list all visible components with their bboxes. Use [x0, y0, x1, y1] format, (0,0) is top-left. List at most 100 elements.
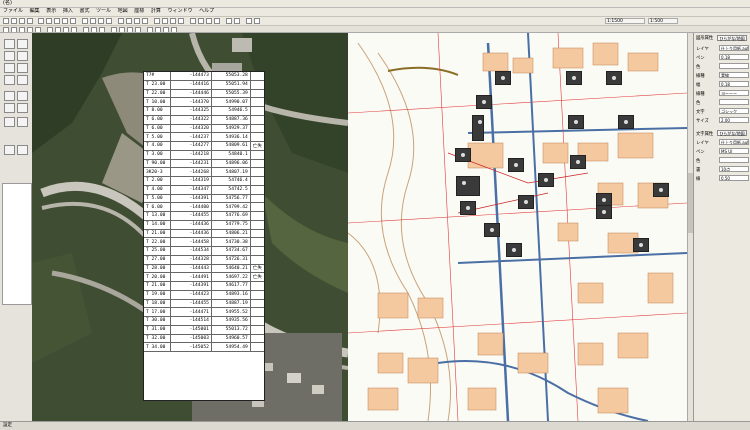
rotate-tool-icon[interactable]	[17, 103, 28, 113]
photo-marker[interactable]	[618, 115, 634, 129]
table-row[interactable]: T 19.00 -144423 54893.16	[144, 290, 264, 300]
property-field[interactable]: 0.50	[719, 175, 749, 181]
photo-marker[interactable]	[606, 71, 622, 85]
map-canvas[interactable]: T7# -144473 55053.28 T 23.00 -144416 55051.94…	[32, 33, 687, 421]
measure-tool-icon[interactable]	[4, 75, 15, 85]
point-icon[interactable]	[190, 18, 196, 24]
line-icon[interactable]	[162, 18, 168, 24]
property-field[interactable]: 実線	[719, 72, 749, 78]
table-row[interactable]: T 23.00 -144416 55051.94	[144, 80, 264, 90]
photo-marker[interactable]	[596, 205, 612, 219]
pan-tool-icon[interactable]	[17, 91, 28, 101]
table-row[interactable]: T 21.00 -144391 54617.77	[144, 281, 264, 291]
print-icon[interactable]	[27, 18, 33, 24]
photo-marker[interactable]	[570, 155, 586, 169]
photo-marker[interactable]	[472, 115, 484, 141]
zoom-in-icon[interactable]	[82, 18, 88, 24]
map-tool-icon[interactable]	[17, 117, 28, 127]
table-row[interactable]: T 34.00 -145052 54954.49	[144, 342, 264, 352]
table-row[interactable]: T 13.00 -144455 54776.69	[144, 211, 264, 221]
table-row[interactable]: T 22.00 -144458 54730.38	[144, 237, 264, 247]
curve-tool-icon[interactable]	[17, 39, 28, 49]
scale-field[interactable]: 1:1500	[605, 18, 645, 24]
table-row[interactable]: T 6.00 -144320 54929.37	[144, 124, 264, 134]
property-field[interactable]: 0.18	[719, 81, 749, 87]
photo-marker[interactable]	[633, 238, 649, 252]
table-row[interactable]: T 3.00 -144218 54840.1	[144, 150, 264, 160]
table-row[interactable]: T 6.00 -144322 54887.36	[144, 115, 264, 125]
layer-icon[interactable]	[118, 18, 124, 24]
move-icon[interactable]	[206, 18, 212, 24]
rotate-icon[interactable]	[214, 18, 220, 24]
refresh-icon[interactable]	[246, 18, 252, 24]
redo-icon[interactable]	[70, 18, 76, 24]
photo-marker[interactable]	[456, 176, 480, 196]
table-row[interactable]: T 6.00 -144400 54799.42	[144, 202, 264, 212]
grid-tool-icon[interactable]	[17, 145, 28, 155]
pan-icon[interactable]	[98, 18, 104, 24]
table-row[interactable]: T 5.00 -144391 54756.77	[144, 194, 264, 204]
table-row[interactable]: T 2.00 -144319 54746.4	[144, 176, 264, 186]
copy-icon[interactable]	[46, 18, 52, 24]
menu-item-help[interactable]: ヘルプ	[199, 8, 214, 14]
menu-item-map[interactable]: 地図	[118, 8, 128, 14]
area-tool-icon[interactable]	[17, 63, 28, 73]
table-row[interactable]: T 4.00 -144277 54809.61 亡失	[144, 141, 264, 151]
menu-item-file[interactable]: ファイル	[3, 8, 23, 14]
chart-tool-icon[interactable]	[4, 51, 15, 61]
property-field[interactable]: 仕上り用紙.autoe	[719, 139, 749, 145]
photo-marker[interactable]	[566, 71, 582, 85]
fit-icon[interactable]	[106, 18, 112, 24]
property-field[interactable]	[719, 157, 749, 163]
table-row[interactable]: T 30.00 -144514 54935.56	[144, 316, 264, 326]
table-row[interactable]: T 21.00 -144436 54806.21	[144, 229, 264, 239]
select-icon[interactable]	[198, 18, 204, 24]
property-field[interactable]	[719, 99, 749, 105]
table-row[interactable]: T 10.00 -144370 54990.07	[144, 97, 264, 107]
properties-icon[interactable]	[234, 18, 240, 24]
edit-tool-icon[interactable]	[4, 145, 15, 155]
photo-marker[interactable]	[484, 223, 500, 237]
select-tool-icon[interactable]	[4, 91, 15, 101]
table-row[interactable]: T 8.00 -144325 54946.5	[144, 106, 264, 116]
table-row[interactable]: T 31.00 -145001 55013.72	[144, 325, 264, 335]
delete-icon[interactable]	[226, 18, 232, 24]
photo-icon[interactable]	[154, 18, 160, 24]
point-tool-icon[interactable]	[4, 63, 15, 73]
property-field[interactable]	[719, 63, 749, 69]
photo-marker[interactable]	[538, 173, 554, 187]
hiragana-map-button[interactable]: ひらがな/地図	[717, 35, 747, 41]
photo-marker[interactable]	[476, 95, 492, 109]
photo-marker[interactable]	[518, 195, 534, 209]
table-row[interactable]: T 5.00 -144237 54936.14	[144, 132, 264, 142]
table-row[interactable]: T 32.00 -145003 54960.57	[144, 334, 264, 344]
property-field[interactable]: MS UI	[719, 148, 749, 154]
table-row[interactable]: T 17.00 -144471 54955.52	[144, 307, 264, 317]
photo-marker[interactable]	[506, 243, 522, 257]
settings-icon[interactable]	[254, 18, 260, 24]
property-field[interactable]: 2.00	[719, 117, 749, 123]
photo-marker[interactable]	[455, 148, 471, 162]
zoom-out-icon[interactable]	[90, 18, 96, 24]
menu-item-coord[interactable]: 座標	[134, 8, 144, 14]
table-row[interactable]: T 18.00 -144455 54887.19	[144, 299, 264, 309]
polygon-icon[interactable]	[170, 18, 176, 24]
text-tool-icon[interactable]	[17, 51, 28, 61]
zoom-tool-icon[interactable]	[4, 103, 15, 113]
table-row[interactable]: T7# -144473 55053.28	[144, 72, 264, 81]
menu-item-window[interactable]: ウィンドウ	[167, 8, 192, 14]
table-row[interactable]: T 20.00 -144491 54697.22 亡失	[144, 272, 264, 282]
menu-item-edit[interactable]: 編集	[30, 8, 40, 14]
menu-item-calc[interactable]: 計算	[151, 8, 161, 14]
cut-icon[interactable]	[38, 18, 44, 24]
table-row[interactable]: T 28.00 -144443 54640.21 亡失	[144, 264, 264, 274]
photo-tool-icon[interactable]	[4, 117, 15, 127]
table-row[interactable]: T 90.00 -144231 54896.06	[144, 159, 264, 169]
snap-icon[interactable]	[134, 18, 140, 24]
line-tool-icon[interactable]	[4, 39, 15, 49]
property-field[interactable]: ゴシック	[719, 108, 749, 114]
measure-icon[interactable]	[142, 18, 148, 24]
photo-marker[interactable]	[460, 201, 476, 215]
photo-marker[interactable]	[653, 183, 669, 197]
photo-marker[interactable]	[495, 71, 511, 85]
